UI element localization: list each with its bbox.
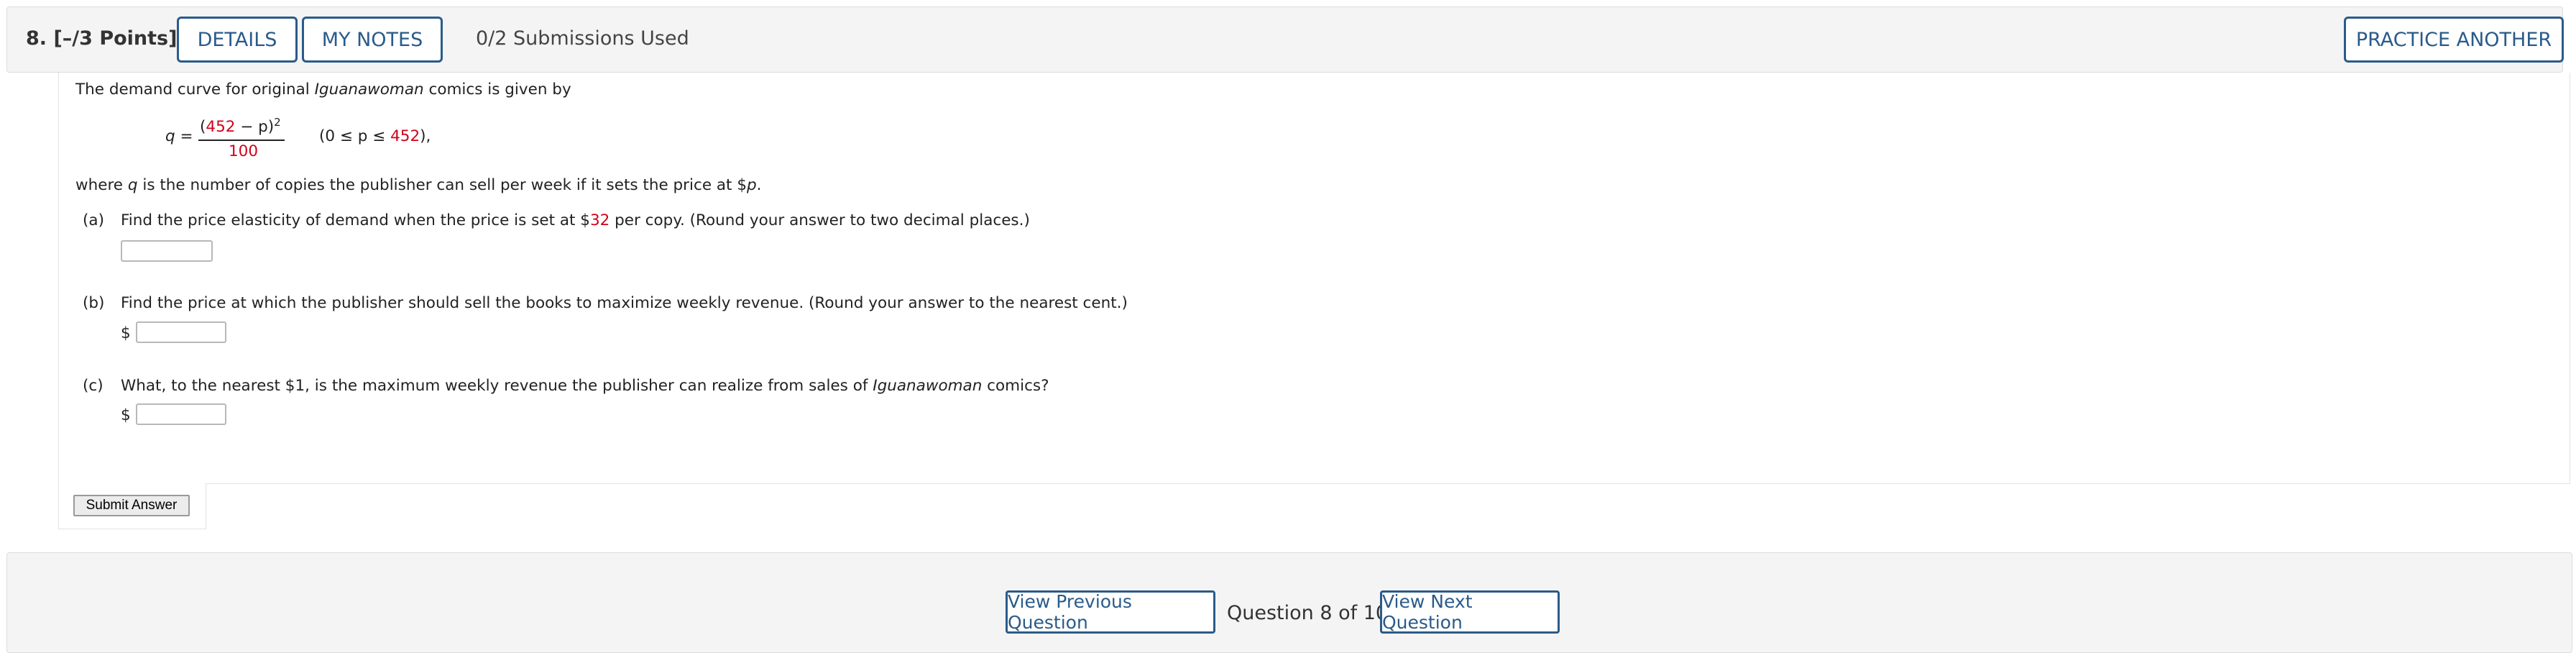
formula-denominator: 100	[229, 142, 259, 160]
part-c-answer-input[interactable]	[136, 403, 226, 425]
view-previous-question-button[interactable]: View Previous Question	[1006, 590, 1215, 634]
submit-area: Submit Answer	[58, 483, 206, 529]
question-header: 8. [–/3 Points] DETAILS MY NOTES 0/2 Sub…	[6, 6, 2564, 73]
question-title: 8. [–/3 Points]	[26, 27, 177, 50]
my-notes-button[interactable]: MY NOTES	[302, 17, 443, 63]
fraction-bar	[198, 140, 285, 141]
question-where: where q is the number of copies the publ…	[75, 176, 762, 194]
formula-lhs: q =	[165, 127, 193, 145]
question-intro: The demand curve for original Iguanawoma…	[75, 81, 571, 99]
view-next-question-button[interactable]: View Next Question	[1380, 590, 1560, 634]
part-b-label: (b)	[83, 294, 105, 312]
part-a-answer-input[interactable]	[121, 240, 213, 262]
comic-title: Iguanawoman	[314, 81, 424, 99]
part-b-text: Find the price at which the publisher sh…	[121, 294, 1128, 312]
details-button[interactable]: DETAILS	[177, 17, 298, 63]
submit-answer-button[interactable]: Submit Answer	[73, 495, 190, 516]
question-position: Question 8 of 10	[1227, 602, 1389, 624]
part-b-answer-input[interactable]	[136, 321, 226, 343]
part-c-label: (c)	[83, 377, 104, 395]
question-points: [–/3 Points]	[53, 27, 178, 50]
part-a-label: (a)	[83, 211, 104, 229]
question-navigation: View Previous Question Question 8 of 10 …	[6, 552, 2572, 653]
submissions-used: 0/2 Submissions Used	[476, 27, 689, 50]
part-c-text: What, to the nearest $1, is the maximum …	[121, 377, 1049, 395]
part-a-text: Find the price elasticity of demand when…	[121, 211, 1030, 229]
practice-another-button[interactable]: PRACTICE ANOTHER	[2344, 17, 2564, 63]
question-body: The demand curve for original Iguanawoma…	[58, 73, 2570, 484]
part-b-dollar-prefix: $	[121, 324, 131, 342]
formula-domain: (0 ≤ p ≤ 452),	[319, 127, 431, 145]
question-number: 8.	[26, 27, 47, 50]
part-c-dollar-prefix: $	[121, 406, 131, 424]
formula-numerator: (452 − p)2	[200, 116, 281, 137]
